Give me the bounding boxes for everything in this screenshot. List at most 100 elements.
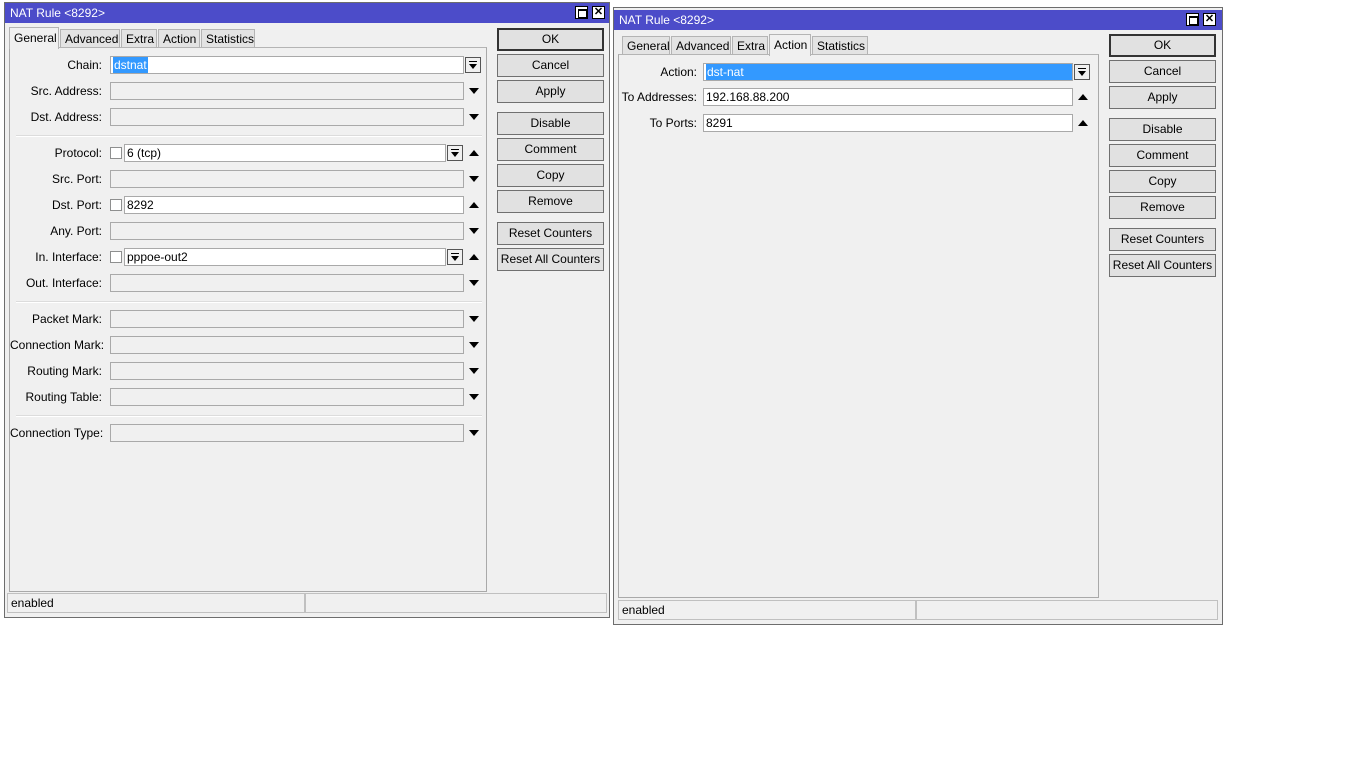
window-titlebar[interactable]: NAT Rule <8292> ✕ — [5, 3, 609, 23]
reset-all-counters-button[interactable]: Reset All Counters — [497, 248, 604, 271]
connection-mark-dropdown-icon[interactable] — [469, 342, 479, 348]
any-port-label: Any. Port: — [50, 224, 102, 238]
any-port-dropdown-icon[interactable] — [469, 228, 479, 234]
in-interface-select[interactable]: pppoe-out2 — [124, 248, 446, 266]
ok-button[interactable]: OK — [497, 28, 604, 51]
dst-port-negate-checkbox[interactable] — [110, 199, 122, 211]
in-interface-collapse-icon[interactable] — [469, 254, 479, 260]
window-title: NAT Rule <8292> — [619, 13, 714, 27]
apply-button[interactable]: Apply — [497, 80, 604, 103]
connection-type-label: Connection Type: — [10, 426, 104, 440]
reset-counters-button[interactable]: Reset Counters — [497, 222, 604, 245]
routing-table-dropdown-icon[interactable] — [469, 394, 479, 400]
protocol-dropdown-icon[interactable] — [447, 145, 463, 161]
in-interface-dropdown-icon[interactable] — [447, 249, 463, 265]
src-port-label: Src. Port: — [51, 172, 102, 186]
dst-port-collapse-icon[interactable] — [469, 202, 479, 208]
src-port-dropdown-icon[interactable] — [469, 176, 479, 182]
chain-dropdown-icon[interactable] — [465, 57, 481, 73]
connection-type-field[interactable] — [110, 424, 464, 442]
connection-mark-field[interactable] — [110, 336, 464, 354]
chain-value: dstnat — [113, 57, 148, 73]
status-bar-left: enabled — [7, 593, 305, 613]
nat-rule-window-action: NAT Rule <8292> ✕ General Advanced Extra… — [613, 7, 1223, 625]
protocol-negate-checkbox[interactable] — [110, 147, 122, 159]
comment-button[interactable]: Comment — [1109, 144, 1216, 167]
tab-action[interactable]: Action — [769, 34, 811, 56]
reset-counters-button[interactable]: Reset Counters — [1109, 228, 1216, 251]
tab-general[interactable]: General — [9, 27, 59, 49]
remove-button[interactable]: Remove — [497, 190, 604, 213]
routing-table-label: Routing Table: — [25, 390, 103, 404]
routing-mark-field[interactable] — [110, 362, 464, 380]
to-addresses-label: To Addresses: — [621, 90, 697, 104]
in-interface-value: pppoe-out2 — [127, 250, 188, 264]
tab-bar: General Advanced Extra Action Statistics — [622, 34, 1102, 56]
out-interface-field[interactable] — [110, 274, 464, 292]
ok-button[interactable]: OK — [1109, 34, 1216, 57]
tab-extra[interactable]: Extra — [732, 36, 768, 54]
dst-port-label: Dst. Port: — [51, 198, 102, 212]
nat-rule-window-general: NAT Rule <8292> ✕ General Advanced Extra… — [4, 2, 610, 618]
packet-mark-dropdown-icon[interactable] — [469, 316, 479, 322]
status-text: enabled — [622, 603, 665, 617]
cancel-button[interactable]: Cancel — [497, 54, 604, 77]
copy-button[interactable]: Copy — [1109, 170, 1216, 193]
window-titlebar[interactable]: NAT Rule <8292> ✕ — [614, 10, 1222, 30]
restore-icon[interactable] — [1186, 13, 1199, 26]
tab-statistics[interactable]: Statistics — [201, 29, 255, 47]
src-address-field[interactable] — [110, 82, 464, 100]
dst-address-field[interactable] — [110, 108, 464, 126]
disable-button[interactable]: Disable — [497, 112, 604, 135]
connection-type-dropdown-icon[interactable] — [469, 430, 479, 436]
status-bar-left: enabled — [618, 600, 916, 620]
close-icon[interactable]: ✕ — [1203, 13, 1216, 26]
dst-port-field[interactable]: 8292 — [124, 196, 464, 214]
close-icon[interactable]: ✕ — [592, 6, 605, 19]
chain-select[interactable]: dstnat — [110, 56, 464, 74]
status-bar-right — [305, 593, 607, 613]
apply-button[interactable]: Apply — [1109, 86, 1216, 109]
dst-address-dropdown-icon[interactable] — [469, 114, 479, 120]
to-addresses-field[interactable]: 192.168.88.200 — [703, 88, 1073, 106]
copy-button[interactable]: Copy — [497, 164, 604, 187]
to-addresses-collapse-icon[interactable] — [1078, 94, 1088, 100]
to-ports-collapse-icon[interactable] — [1078, 120, 1088, 126]
in-interface-negate-checkbox[interactable] — [110, 251, 122, 263]
out-interface-dropdown-icon[interactable] — [469, 280, 479, 286]
reset-all-counters-button[interactable]: Reset All Counters — [1109, 254, 1216, 277]
action-select[interactable]: dst-nat — [703, 63, 1073, 81]
window-title: NAT Rule <8292> — [10, 6, 105, 20]
cancel-button[interactable]: Cancel — [1109, 60, 1216, 83]
tab-statistics[interactable]: Statistics — [812, 36, 868, 54]
tab-general[interactable]: General — [622, 36, 670, 54]
protocol-label: Protocol: — [54, 146, 102, 160]
packet-mark-label: Packet Mark: — [31, 312, 102, 326]
remove-button[interactable]: Remove — [1109, 196, 1216, 219]
to-addresses-value: 192.168.88.200 — [706, 90, 790, 104]
src-address-label: Src. Address: — [30, 84, 102, 98]
tab-action[interactable]: Action — [158, 29, 200, 47]
routing-table-field[interactable] — [110, 388, 464, 406]
tab-advanced[interactable]: Advanced — [60, 29, 120, 47]
protocol-select[interactable]: 6 (tcp) — [124, 144, 446, 162]
status-text: enabled — [11, 596, 54, 610]
to-ports-value: 8291 — [706, 116, 733, 130]
restore-icon[interactable] — [575, 6, 588, 19]
src-address-dropdown-icon[interactable] — [469, 88, 479, 94]
protocol-collapse-icon[interactable] — [469, 150, 479, 156]
tab-extra[interactable]: Extra — [121, 29, 157, 47]
comment-button[interactable]: Comment — [497, 138, 604, 161]
routing-mark-label: Routing Mark: — [27, 364, 102, 378]
chain-label: Chain: — [67, 58, 102, 72]
dst-address-label: Dst. Address: — [30, 110, 102, 124]
packet-mark-field[interactable] — [110, 310, 464, 328]
tab-advanced[interactable]: Advanced — [671, 36, 731, 54]
any-port-field[interactable] — [110, 222, 464, 240]
routing-mark-dropdown-icon[interactable] — [469, 368, 479, 374]
src-port-field[interactable] — [110, 170, 464, 188]
disable-button[interactable]: Disable — [1109, 118, 1216, 141]
action-dropdown-icon[interactable] — [1074, 64, 1090, 80]
action-label: Action: — [660, 65, 697, 79]
to-ports-field[interactable]: 8291 — [703, 114, 1073, 132]
